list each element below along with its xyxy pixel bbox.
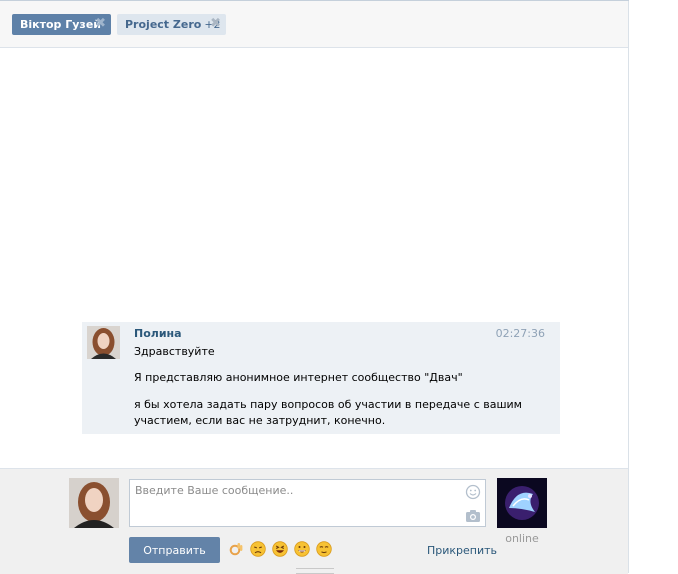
sender-avatar[interactable] (87, 326, 120, 359)
message-text: Я представляю анонимное интернет сообщес… (134, 371, 463, 384)
chat-window: Віктор Гузей ✖ Project Zero +2 ✖ Полина … (0, 0, 629, 574)
message-text: Здравствуйте (134, 345, 215, 358)
emoji-bar (228, 541, 332, 559)
tab-viktor-guzey[interactable]: Віктор Гузей ✖ (12, 14, 111, 35)
send-button[interactable]: Отправить (129, 537, 220, 563)
close-icon[interactable]: ✖ (95, 16, 106, 31)
message-input-box[interactable] (129, 479, 486, 527)
relieved-face-icon[interactable] (316, 541, 332, 557)
smile-icon[interactable] (465, 484, 481, 500)
tab-label: Віктор Гузей (20, 18, 101, 31)
message-text: участием, если вас не затруднит, конечно… (134, 414, 386, 427)
close-icon[interactable]: ✖ (210, 16, 221, 31)
message-text: я бы хотела задать пару вопросов об учас… (134, 398, 522, 411)
ok-hand-icon[interactable] (228, 541, 244, 557)
peer-online-status: online (505, 532, 539, 545)
tab-project-zero[interactable]: Project Zero +2 ✖ (117, 14, 226, 35)
message-item: Полина 02:27:36 Здравствуйте Я представл… (82, 322, 560, 434)
laughing-face-icon[interactable] (272, 541, 288, 557)
resize-handle[interactable] (296, 568, 334, 574)
my-avatar[interactable] (69, 478, 119, 528)
message-author[interactable]: Полина (134, 327, 182, 340)
disappointed-face-icon[interactable] (250, 541, 266, 557)
message-composer: online Отправить (0, 468, 628, 574)
peer-avatar[interactable] (497, 478, 547, 528)
message-time: 02:27:36 (495, 327, 545, 340)
grinning-face-icon[interactable] (294, 541, 310, 557)
chat-tabs-bar: Віктор Гузей ✖ Project Zero +2 ✖ (0, 1, 628, 48)
attach-link[interactable]: Прикрепить (427, 544, 497, 557)
camera-icon[interactable] (465, 509, 481, 523)
message-input[interactable] (135, 484, 455, 497)
tab-label: Project Zero (125, 18, 202, 31)
